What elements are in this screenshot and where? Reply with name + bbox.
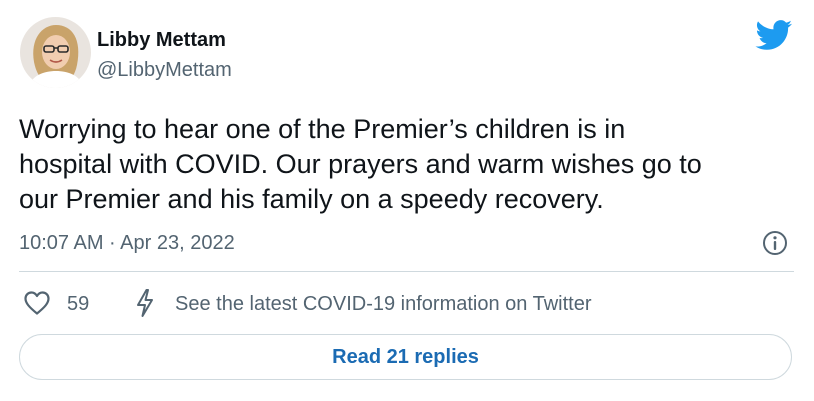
profile-photo-icon <box>20 17 91 88</box>
covid-info-link[interactable]: See the latest COVID-19 information on T… <box>175 292 592 316</box>
tweet-timestamp[interactable]: 10:07 AM · Apr 23, 2022 <box>19 231 235 255</box>
tweet-text: Worrying to hear one of the Premier’s ch… <box>19 112 789 217</box>
heart-icon[interactable] <box>23 290 51 316</box>
tweet-text-line: hospital with COVID. Our prayers and war… <box>19 149 702 179</box>
twitter-bird-icon[interactable] <box>755 20 793 51</box>
tweet-text-line: our Premier and his family on a speedy r… <box>19 184 604 214</box>
tweet-text-line: Worrying to hear one of the Premier’s ch… <box>19 114 626 144</box>
author-handle[interactable]: @LibbyMettam <box>97 58 232 82</box>
divider <box>19 271 794 272</box>
read-replies-button[interactable]: Read 21 replies <box>19 334 792 380</box>
lightning-bolt-icon <box>134 288 156 318</box>
avatar[interactable] <box>20 17 91 88</box>
info-icon[interactable] <box>761 229 789 257</box>
tweet-card: Libby Mettam @LibbyMettam Worrying to he… <box>0 0 814 401</box>
author-name[interactable]: Libby Mettam <box>97 28 226 52</box>
like-count[interactable]: 59 <box>67 292 89 316</box>
